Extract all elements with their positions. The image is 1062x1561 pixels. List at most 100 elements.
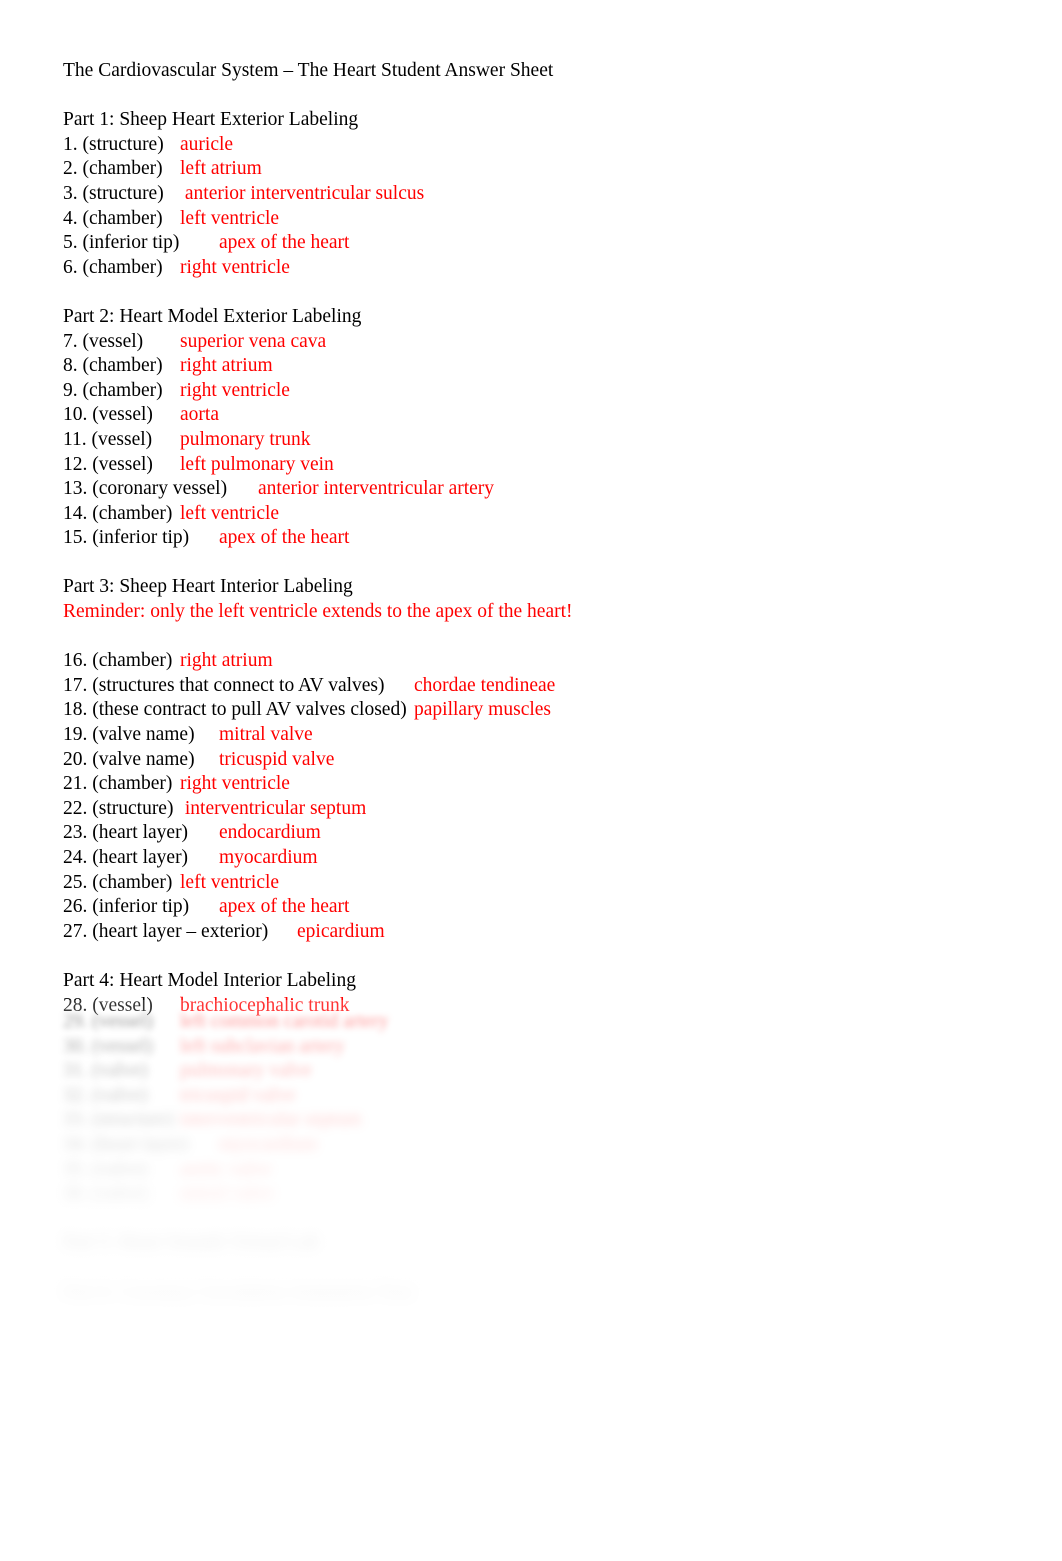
prompt-label: 3. (structure): [63, 182, 164, 204]
answer-text: anterior interventricular artery: [258, 478, 495, 500]
answer-row: 22. (structure) interventricular septum: [63, 797, 1003, 822]
prompt-label: 24. (heart layer): [63, 847, 189, 868]
prompt-label: 26. (inferior tip): [63, 896, 190, 918]
answer-text: aortic valve: [180, 1158, 272, 1180]
answer-row: 3. (structure) anterior interventricular…: [63, 182, 1003, 207]
answer-text: tricuspid valve: [219, 748, 335, 770]
part5-heading-obscured: Part 5: Heart Sounds Virtual Lab: [63, 1232, 319, 1254]
answer-text: tricuspid valve: [180, 1084, 296, 1106]
answer-text: aorta: [180, 404, 219, 426]
prompt-label: 25. (chamber): [63, 871, 173, 893]
prompt-label: 23. (heart layer): [63, 822, 189, 844]
answer-row: 10. (vessel) aorta: [63, 403, 1003, 428]
prompt-label: 2. (chamber): [63, 158, 163, 180]
answer-row-obscured: 32. (valve) tricuspid valve: [63, 1084, 1003, 1109]
answer-row-obscured: 36. (valve) mitral valve: [63, 1182, 1003, 1207]
prompt-label: 33. (structure): [63, 1109, 174, 1131]
answer-row: 11. (vessel) pulmonary trunk: [63, 428, 1003, 453]
answer-row: 1. (structure) auricle: [63, 133, 1003, 158]
prompt-label: 12. (vessel): [63, 453, 153, 475]
part6-heading-obscured: Part 6: Coronary Circulation Animation T…: [63, 1281, 414, 1303]
answer-row: 6. (chamber) right ventricle: [63, 256, 1003, 281]
prompt-label: 9. (chamber): [63, 379, 163, 401]
part4-heading: Part 4: Heart Model Interior Labeling: [63, 969, 356, 991]
prompt-label: 32. (valve): [63, 1084, 148, 1106]
answer-row: 25. (chamber) left ventricle: [63, 871, 1003, 896]
answer-text: right ventricle: [180, 773, 290, 795]
answer-text: myocardium: [219, 847, 318, 868]
answer-text: right atrium: [180, 650, 273, 672]
answer-row: 8. (chamber) right atrium: [63, 354, 1003, 379]
answer-text: left ventricle: [180, 871, 280, 893]
answer-text: left subclavian artery: [180, 1035, 345, 1057]
prompt-label: 17. (structures that connect to AV valve…: [63, 674, 385, 696]
answer-row: 28. (vessel) brachiocephalic trunk: [63, 994, 1003, 1019]
answer-row: 15. (inferior tip) apex of the heart: [63, 526, 1003, 551]
answer-text: left pulmonary vein: [180, 453, 334, 475]
prompt-label: 34. (heart layer): [63, 1133, 189, 1155]
answer-text: apex of the heart: [219, 896, 350, 918]
prompt-label: 31. (valve): [63, 1060, 148, 1082]
answer-text: papillary muscles: [414, 699, 552, 721]
answer-row: 7. (vessel) superior vena cava: [63, 330, 1003, 355]
answer-row: 26. (inferior tip) apex of the heart: [63, 895, 1003, 920]
answer-text: left ventricle: [180, 207, 280, 229]
part2-heading: Part 2: Heart Model Exterior Labeling: [63, 305, 362, 327]
answer-row: 19. (valve name) mitral valve: [63, 723, 1003, 748]
document-body: The Cardiovascular System – The Heart St…: [63, 59, 1003, 1018]
answer-row: 24. (heart layer) myocardium: [63, 846, 1003, 871]
prompt-label: 27. (heart layer – exterior): [63, 920, 269, 942]
answer-text: mitral valve: [219, 724, 313, 746]
prompt-label: 4. (chamber): [63, 207, 163, 229]
prompt-label: 8. (chamber): [63, 355, 163, 377]
answer-row: 20. (valve name) tricuspid valve: [63, 748, 1003, 773]
answer-row: 23. (heart layer) endocardium: [63, 821, 1003, 846]
answer-row: 14. (chamber) left ventricle: [63, 502, 1003, 527]
prompt-label: 28. (vessel): [63, 994, 153, 1016]
prompt-label: 36. (valve): [63, 1183, 148, 1205]
prompt-label: 15. (inferior tip): [63, 527, 190, 549]
part1-heading: Part 1: Sheep Heart Exterior Labeling: [63, 109, 359, 131]
answer-text: anterior interventricular sulcus: [180, 182, 425, 204]
answer-text: right ventricle: [180, 379, 290, 401]
prompt-label: 7. (vessel): [63, 330, 144, 352]
answer-text: interventricular septum: [180, 1109, 362, 1131]
prompt-label: 5. (inferior tip): [63, 232, 180, 254]
answer-row: 4. (chamber) left ventricle: [63, 207, 1003, 232]
answer-text: endocardium: [219, 822, 321, 844]
answer-row: 5. (inferior tip) apex of the heart: [63, 231, 1003, 256]
answer-row: 9. (chamber) right ventricle: [63, 379, 1003, 404]
prompt-label: 14. (chamber): [63, 502, 173, 524]
prompt-label: 6. (chamber): [63, 256, 163, 278]
prompt-label: 22. (structure): [63, 797, 174, 819]
prompt-label: 13. (coronary vessel): [63, 478, 228, 500]
prompt-label: 19. (valve name): [63, 724, 195, 746]
answer-text: myocardium: [219, 1133, 318, 1155]
